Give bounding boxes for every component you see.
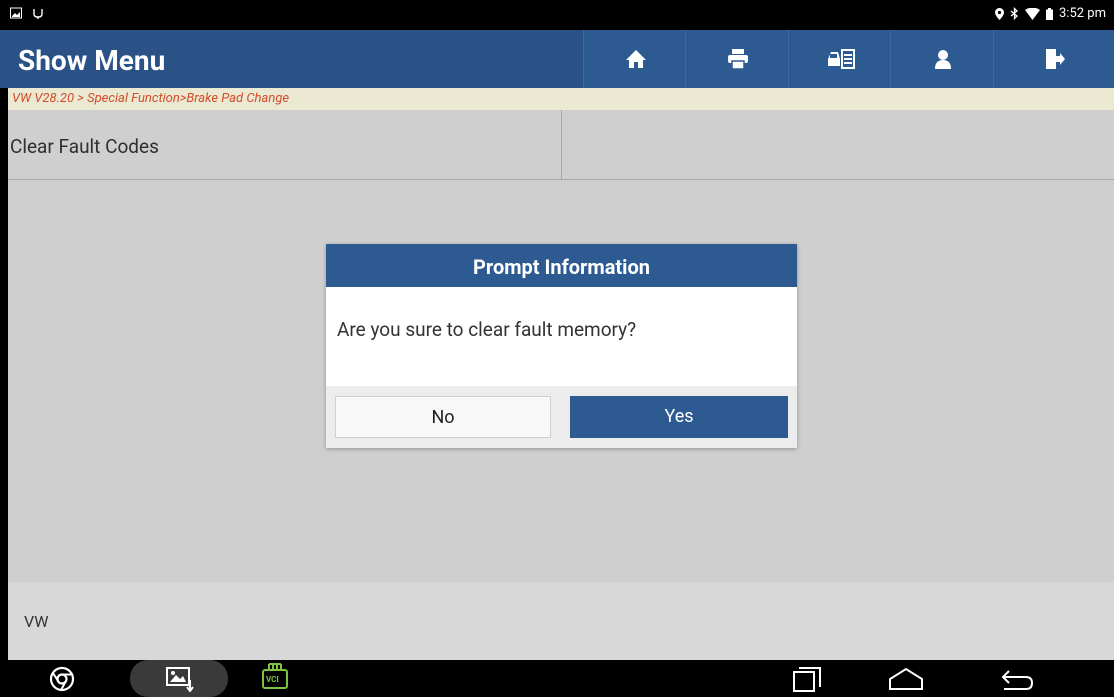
- gallery-notification-icon: [10, 7, 22, 19]
- recent-apps-icon[interactable]: [793, 667, 823, 693]
- home-nav-icon[interactable]: [888, 667, 924, 691]
- breadcrumb: VW V28.20 > Special Function>Brake Pad C…: [8, 88, 1114, 110]
- dialog-message: Are you sure to clear fault memory?: [337, 318, 637, 341]
- page-title: Show Menu: [18, 44, 166, 77]
- car-report-icon: [827, 49, 855, 69]
- exit-icon: [1045, 49, 1065, 69]
- exit-button[interactable]: [993, 30, 1114, 88]
- back-icon[interactable]: [1000, 668, 1034, 692]
- battery-icon: [1046, 7, 1053, 20]
- navigation-bar: VCI: [0, 660, 1114, 697]
- status-bar: 3:52 pm: [0, 0, 1114, 30]
- vehicle-report-button[interactable]: [788, 30, 892, 88]
- user-button[interactable]: [890, 30, 994, 88]
- location-icon: [995, 7, 1004, 20]
- printer-icon: [727, 49, 748, 70]
- prompt-dialog: Prompt Information Are you sure to clear…: [326, 244, 797, 448]
- vci-button[interactable]: VCI: [261, 662, 289, 696]
- footer-bar: VW: [8, 582, 1114, 660]
- no-button[interactable]: No: [335, 396, 551, 438]
- home-button[interactable]: [583, 30, 687, 88]
- user-icon: [934, 50, 951, 69]
- chrome-icon[interactable]: [49, 666, 75, 692]
- screenshot-tool[interactable]: [130, 660, 228, 697]
- bluetooth-icon: [1010, 7, 1018, 20]
- vci-label: VCI: [266, 675, 279, 684]
- breadcrumb-text: VW V28.20 > Special Function>Brake Pad C…: [12, 91, 290, 106]
- gallery-icon: [166, 667, 194, 692]
- wifi-icon: [1025, 7, 1040, 20]
- yes-button[interactable]: Yes: [570, 396, 788, 438]
- clock: 3:52 pm: [1059, 6, 1106, 21]
- footer-label: VW: [24, 612, 49, 631]
- home-icon: [625, 50, 646, 68]
- usb-debug-icon: [33, 9, 43, 19]
- dialog-title: Prompt Information: [326, 244, 797, 287]
- print-button[interactable]: [685, 30, 789, 88]
